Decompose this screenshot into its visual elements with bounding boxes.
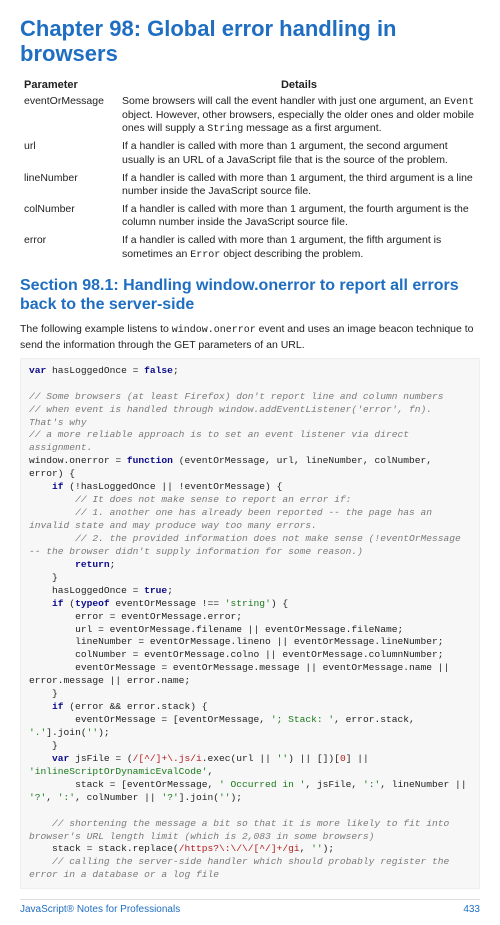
parameters-table: Parameter Details eventOrMessage Some br… bbox=[20, 77, 480, 264]
intro-paragraph: The following example listens to window.… bbox=[20, 322, 480, 352]
table-row: error If a handler is called with more t… bbox=[20, 232, 480, 264]
th-param: Parameter bbox=[20, 77, 118, 93]
page-number: 433 bbox=[463, 904, 480, 915]
page-footer: JavaScript® Notes for Professionals 433 bbox=[20, 899, 480, 915]
table-row: lineNumber If a handler is called with m… bbox=[20, 170, 480, 201]
table-row: colNumber If a handler is called with mo… bbox=[20, 201, 480, 232]
code-block: var hasLoggedOnce = false; // Some brows… bbox=[20, 358, 480, 890]
footer-left: JavaScript® Notes for Professionals bbox=[20, 904, 180, 915]
section-title: Section 98.1: Handling window.onerror to… bbox=[20, 276, 480, 314]
chapter-title: Chapter 98: Global error handling in bro… bbox=[20, 16, 480, 67]
table-row: eventOrMessage Some browsers will call t… bbox=[20, 93, 480, 139]
th-details: Details bbox=[118, 77, 480, 93]
table-row: url If a handler is called with more tha… bbox=[20, 138, 480, 169]
